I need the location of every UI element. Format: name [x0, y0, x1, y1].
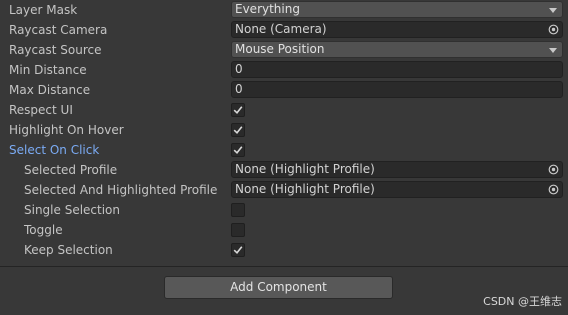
selected-and-highlighted-profile-field[interactable]: None (Highlight Profile)	[231, 181, 563, 198]
property-select-on-click: Select On Click	[0, 140, 568, 160]
max-distance-field[interactable]: 0	[231, 81, 563, 98]
property-highlight-on-hover: Highlight On Hover	[0, 120, 568, 140]
property-label: Select On Click	[9, 143, 100, 157]
object-picker-icon[interactable]	[548, 164, 559, 175]
divider	[0, 266, 568, 267]
toggle-checkbox[interactable]	[231, 223, 245, 237]
dropdown-value: Everything	[235, 2, 300, 16]
property-label: Raycast Camera	[9, 23, 108, 37]
property-label: Selected Profile	[24, 163, 118, 177]
property-selected-profile: Selected Profile None (Highlight Profile…	[0, 160, 568, 180]
add-component-button[interactable]: Add Component	[164, 276, 393, 299]
min-distance-field[interactable]: 0	[231, 61, 563, 78]
property-label: Layer Mask	[9, 3, 78, 17]
layer-mask-dropdown[interactable]: Everything	[231, 1, 563, 18]
property-min-distance: Min Distance 0	[0, 60, 568, 80]
keep-selection-checkbox[interactable]	[231, 243, 245, 257]
checkmark-icon	[233, 146, 243, 154]
watermark: CSDN @王维志	[483, 295, 562, 308]
property-layer-mask: Layer Mask Everything	[0, 0, 568, 20]
property-keep-selection: Keep Selection	[0, 240, 568, 260]
selected-profile-field[interactable]: None (Highlight Profile)	[231, 161, 563, 178]
property-label: Keep Selection	[24, 243, 113, 257]
property-label: Single Selection	[24, 203, 121, 217]
property-single-selection: Single Selection	[0, 200, 568, 220]
field-value: None (Camera)	[235, 22, 327, 36]
field-value: None (Highlight Profile)	[235, 162, 375, 176]
respect-ui-checkbox[interactable]	[231, 103, 245, 117]
object-picker-icon[interactable]	[548, 24, 559, 35]
dropdown-value: Mouse Position	[235, 42, 325, 56]
inspector-properties: Layer Mask Everything Raycast Camera Non…	[0, 0, 568, 260]
property-selected-and-highlighted-profile: Selected And Highlighted Profile None (H…	[0, 180, 568, 200]
raycast-camera-field[interactable]: None (Camera)	[231, 21, 563, 38]
single-selection-checkbox[interactable]	[231, 203, 245, 217]
highlight-on-hover-checkbox[interactable]	[231, 123, 245, 137]
property-label[interactable]: Min Distance	[9, 62, 87, 78]
field-value: None (Highlight Profile)	[235, 182, 375, 196]
property-toggle: Toggle	[0, 220, 568, 240]
property-label: Raycast Source	[9, 43, 102, 57]
property-label: Highlight On Hover	[9, 123, 124, 137]
property-label: Selected And Highlighted Profile	[24, 183, 218, 197]
property-label: Toggle	[24, 223, 63, 237]
checkmark-icon	[233, 126, 243, 134]
select-on-click-checkbox[interactable]	[231, 143, 245, 157]
chevron-down-icon	[549, 8, 557, 13]
chevron-down-icon	[549, 48, 557, 53]
property-raycast-source: Raycast Source Mouse Position	[0, 40, 568, 60]
property-respect-ui: Respect UI	[0, 100, 568, 120]
raycast-source-dropdown[interactable]: Mouse Position	[231, 41, 563, 58]
property-label[interactable]: Max Distance	[9, 82, 90, 98]
property-raycast-camera: Raycast Camera None (Camera)	[0, 20, 568, 40]
checkmark-icon	[233, 106, 243, 114]
property-max-distance: Max Distance 0	[0, 80, 568, 100]
checkmark-icon	[233, 246, 243, 254]
property-label: Respect UI	[9, 103, 73, 117]
object-picker-icon[interactable]	[548, 184, 559, 195]
